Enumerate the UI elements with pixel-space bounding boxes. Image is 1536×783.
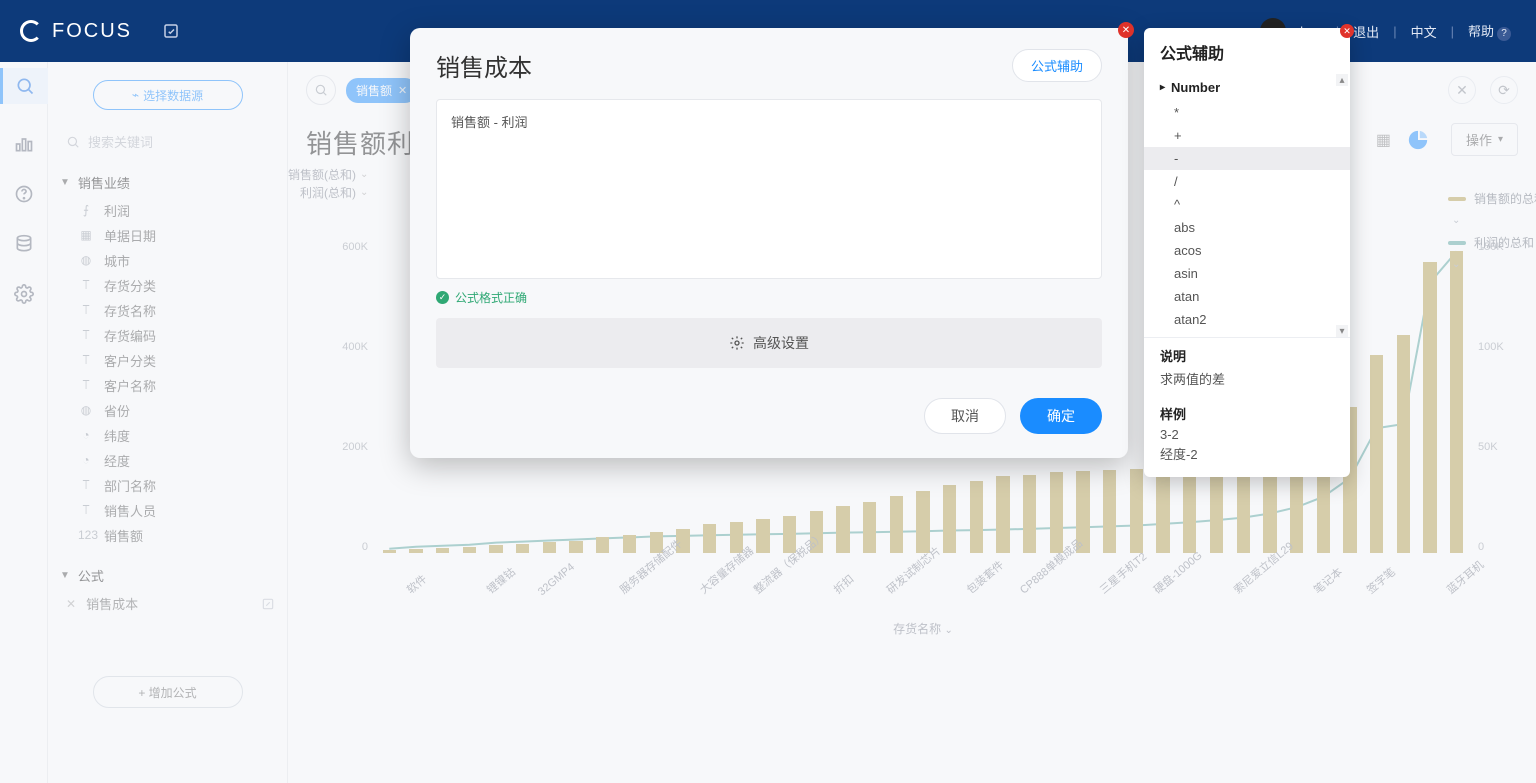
logo-icon xyxy=(20,20,42,42)
scroll-down-icon[interactable]: ▾ xyxy=(1336,325,1348,337)
gear-icon xyxy=(729,335,745,351)
help-badge-icon: ? xyxy=(1497,27,1511,41)
helper-close-button[interactable]: ✕ xyxy=(1340,24,1354,38)
function-item[interactable]: * xyxy=(1144,101,1350,124)
caret-right-icon: ▸ xyxy=(1160,82,1165,93)
formula-assist-button[interactable]: 公式辅助 xyxy=(1012,49,1102,82)
cancel-button[interactable]: 取消 xyxy=(924,398,1006,434)
function-item[interactable]: atan xyxy=(1144,285,1350,308)
function-item[interactable]: acos xyxy=(1144,239,1350,262)
example-text-1: 3-2 xyxy=(1144,425,1350,444)
helper-title: 公式辅助 xyxy=(1144,28,1350,74)
formula-validation: ✓ 公式格式正确 xyxy=(436,289,1102,306)
edit-icon[interactable] xyxy=(162,22,180,40)
function-item[interactable]: - xyxy=(1144,147,1350,170)
modal-close-button[interactable]: ✕ xyxy=(1118,22,1134,38)
function-item[interactable]: abs xyxy=(1144,216,1350,239)
formula-helper-panel: ✕ 公式辅助 ▴ ▸ Number *+-/^absacosasinatanat… xyxy=(1144,28,1350,477)
check-icon: ✓ xyxy=(436,291,449,304)
description-header: 说明 xyxy=(1144,338,1350,367)
app-name: FOCUS xyxy=(52,20,132,43)
description-text: 求两值的差 xyxy=(1144,367,1350,396)
function-item[interactable]: atan2 xyxy=(1144,308,1350,331)
formula-modal: ✕ 销售成本 公式辅助 销售额 - 利润 ✓ 公式格式正确 高级设置 取消 确定 xyxy=(410,28,1128,458)
example-header: 样例 xyxy=(1144,396,1350,425)
separator: | xyxy=(1393,24,1396,39)
logout-link[interactable]: 退出 xyxy=(1353,22,1379,41)
example-text-2: 经度-2 xyxy=(1144,444,1350,477)
function-item[interactable]: + xyxy=(1144,124,1350,147)
confirm-button[interactable]: 确定 xyxy=(1020,398,1102,434)
function-list: *+-/^absacosasinatanatan2cbrt xyxy=(1144,101,1350,337)
help-link[interactable]: 帮助? xyxy=(1468,21,1511,41)
language-link[interactable]: 中文 xyxy=(1411,22,1437,41)
modal-title: 销售成本 xyxy=(436,48,532,83)
helper-group-header[interactable]: ▸ Number xyxy=(1144,74,1350,101)
function-item[interactable]: cbrt xyxy=(1144,331,1350,337)
function-item[interactable]: ^ xyxy=(1144,193,1350,216)
advanced-settings-button[interactable]: 高级设置 xyxy=(436,318,1102,368)
function-item[interactable]: asin xyxy=(1144,262,1350,285)
app-logo: FOCUS xyxy=(20,20,132,43)
formula-input[interactable]: 销售额 - 利润 xyxy=(436,99,1102,279)
separator: | xyxy=(1451,24,1454,39)
function-item[interactable]: / xyxy=(1144,170,1350,193)
scroll-up-icon[interactable]: ▴ xyxy=(1336,74,1348,86)
